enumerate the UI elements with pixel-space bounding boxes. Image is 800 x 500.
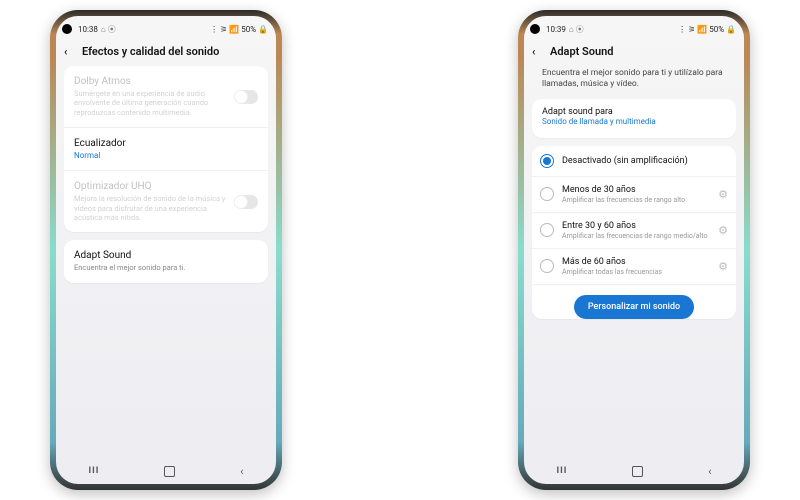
- app-bar: ‹ Adapt Sound: [524, 39, 744, 66]
- option-sub: Amplificar todas las frecuencias: [562, 268, 714, 276]
- screen-adapt-sound: 10:39 ⌂ ⦿ ⋮ ⚞ 📶 50% 🔒 ‹ Adapt Sound Encu…: [524, 16, 744, 484]
- dolby-sub: Sumérgete en una experiencia de audio en…: [74, 89, 234, 117]
- radio-icon: [540, 154, 554, 168]
- uhq-title: Optimizador UHQ: [74, 181, 234, 192]
- screen-sound-quality: 10:38 ⌂ ⦿ ⋮ ⚞ 📶 50% 🔒 ‹ Efectos y calida…: [56, 16, 276, 484]
- nav-recents-icon[interactable]: III: [556, 466, 567, 476]
- status-time: 10:39: [546, 25, 566, 34]
- option-over-60[interactable]: Más de 60 años Amplificar todas las frec…: [532, 249, 736, 285]
- nav-recents-icon[interactable]: III: [88, 466, 99, 476]
- status-left-icons: ⌂ ⦿: [569, 24, 584, 35]
- adapt-sound-row[interactable]: Adapt Sound Encuentra el mejor sonido pa…: [64, 240, 268, 282]
- punch-hole-camera: [62, 24, 72, 34]
- gear-icon[interactable]: ⚙: [718, 188, 728, 201]
- status-right-icons: ⋮ ⚞ 📶 50% 🔒: [210, 25, 268, 34]
- status-left-icons: ⌂ ⦿: [101, 24, 116, 35]
- nav-home-icon[interactable]: [164, 466, 175, 477]
- option-label: Menos de 30 años: [562, 185, 714, 195]
- option-sub: Amplificar las frecuencias de rango medi…: [562, 232, 714, 240]
- option-off[interactable]: Desactivado (sin amplificación): [532, 146, 736, 177]
- adapt-sub: Encuentra el mejor sonido para ti.: [74, 263, 258, 272]
- radio-icon: [540, 259, 554, 273]
- dolby-toggle: [234, 90, 258, 104]
- back-icon[interactable]: ‹: [64, 45, 76, 58]
- radio-icon: [540, 223, 554, 237]
- equalizer-title: Ecualizador: [74, 138, 258, 149]
- page-title: Efectos y calidad del sonido: [82, 45, 219, 58]
- dolby-title: Dolby Atmos: [74, 76, 234, 87]
- gear-icon[interactable]: ⚙: [718, 260, 728, 273]
- option-label: Desactivado (sin amplificación): [562, 156, 728, 166]
- nav-bar: III ‹: [56, 458, 276, 484]
- uhq-row: Optimizador UHQ Mejora la resolución de …: [64, 171, 268, 232]
- status-time: 10:38: [78, 25, 98, 34]
- gear-icon[interactable]: ⚙: [718, 224, 728, 237]
- dolby-atmos-row: Dolby Atmos Sumérgete en una experiencia…: [64, 66, 268, 128]
- option-label: Más de 60 años: [562, 257, 714, 267]
- equalizer-value: Normal: [74, 151, 258, 160]
- adapt-title: Adapt Sound: [74, 250, 258, 261]
- phone-right: 10:39 ⌂ ⦿ ⋮ ⚞ 📶 50% 🔒 ‹ Adapt Sound Encu…: [518, 10, 750, 490]
- uhq-sub: Mejora la resolución de sonido de la mús…: [74, 194, 234, 222]
- section-header: Adapt sound para: [532, 99, 736, 117]
- status-bar: 10:38 ⌂ ⦿ ⋮ ⚞ 📶 50% 🔒: [56, 16, 276, 39]
- nav-back-icon[interactable]: ‹: [708, 465, 711, 478]
- back-icon[interactable]: ‹: [532, 45, 544, 58]
- nav-bar: III ‹: [524, 458, 744, 484]
- nav-home-icon[interactable]: [632, 466, 643, 477]
- option-sub: Amplificar las frecuencias de rango alto: [562, 196, 714, 204]
- option-under-30[interactable]: Menos de 30 años Amplificar las frecuenc…: [532, 177, 736, 213]
- intro-text: Encuentra el mejor sonido para ti y util…: [532, 66, 736, 99]
- app-bar: ‹ Efectos y calidad del sonido: [56, 39, 276, 66]
- option-label: Entre 30 y 60 años: [562, 221, 714, 231]
- uhq-toggle: [234, 195, 258, 209]
- phone-left: 10:38 ⌂ ⦿ ⋮ ⚞ 📶 50% 🔒 ‹ Efectos y calida…: [50, 10, 282, 490]
- radio-icon: [540, 187, 554, 201]
- punch-hole-camera: [530, 24, 540, 34]
- status-bar: 10:39 ⌂ ⦿ ⋮ ⚞ 📶 50% 🔒: [524, 16, 744, 39]
- customize-sound-button[interactable]: Personalizar mi sonido: [574, 295, 694, 319]
- page-title: Adapt Sound: [550, 45, 613, 58]
- status-right-icons: ⋮ ⚞ 📶 50% 🔒: [678, 25, 736, 34]
- nav-back-icon[interactable]: ‹: [240, 465, 243, 478]
- equalizer-row[interactable]: Ecualizador Normal: [64, 128, 268, 171]
- option-30-60[interactable]: Entre 30 y 60 años Amplificar las frecue…: [532, 213, 736, 249]
- adapt-target-value[interactable]: Sonido de llamada y multimedia: [532, 117, 736, 134]
